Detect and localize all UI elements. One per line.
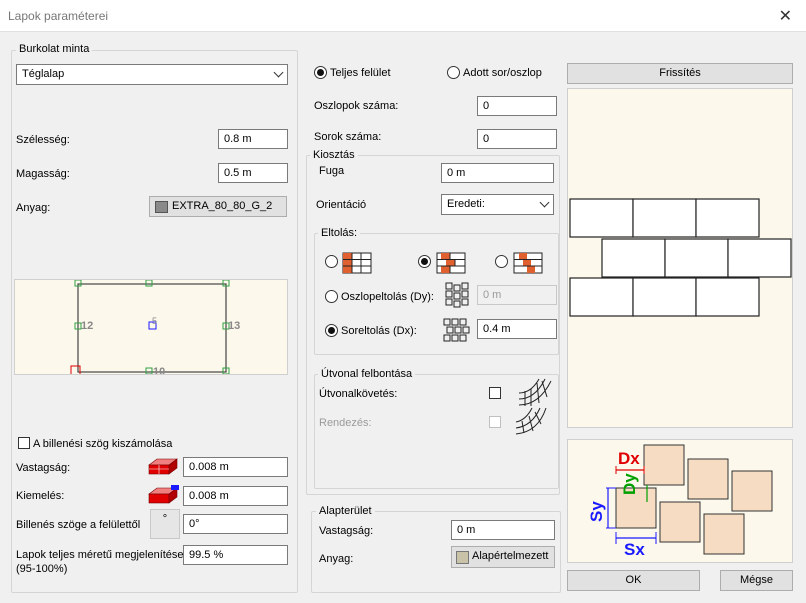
offset-none-radio[interactable]	[325, 255, 338, 268]
row-offset-input[interactable]: 0.4 m	[477, 319, 557, 339]
tilt-angle-icon: °	[150, 509, 180, 539]
full-size-range-label: (95-100%)	[16, 563, 68, 575]
path-follow-icon	[518, 378, 552, 406]
path-group-title: Útvonal felbontása	[318, 368, 416, 380]
material-button-label: EXTRA_80_80_G_2	[172, 200, 273, 212]
brick-grid-icon	[342, 252, 372, 274]
material-swatch-icon	[155, 201, 168, 213]
full-size-label: Lapok teljes méretű megjelenítése	[16, 549, 184, 561]
arrange-checkbox[interactable]	[489, 416, 501, 428]
pattern-select-value: Téglalap	[22, 68, 65, 80]
layout-group-title: Kiosztás	[310, 149, 358, 161]
cancel-button[interactable]: Mégse	[720, 570, 793, 591]
joint-input[interactable]: 0 m	[441, 163, 554, 183]
rows-label: Sorok száma:	[314, 131, 382, 143]
rows-input[interactable]: 0	[477, 129, 557, 149]
pattern-select[interactable]: Téglalap	[16, 64, 288, 85]
base-thickness-input[interactable]: 0 m	[451, 520, 555, 540]
height-label: Magasság:	[16, 168, 70, 180]
full-surface-label: Teljes felület	[330, 67, 391, 79]
orientation-label: Orientáció	[316, 199, 367, 211]
tile-preview: 12 5 13 10	[14, 279, 288, 375]
emphasis-label: Kiemelés:	[16, 490, 65, 502]
tilt-calc-checkbox[interactable]	[18, 437, 30, 449]
offset-row-radio[interactable]	[418, 255, 431, 268]
row-offset-icon	[443, 318, 470, 342]
row-offset-label: Soreltolás (Dx):	[341, 325, 417, 337]
pattern-preview-drawing	[569, 198, 792, 317]
columns-input[interactable]: 0	[477, 96, 557, 116]
emphasis-input[interactable]: 0.008 m	[183, 486, 288, 506]
given-rowcol-radio[interactable]	[447, 66, 460, 79]
chevron-down-icon	[539, 197, 550, 208]
window-title: Lapok paraméterei	[8, 9, 109, 23]
ok-button[interactable]: OK	[567, 570, 700, 591]
base-material-button[interactable]: Alapértelmezett	[451, 546, 555, 568]
orientation-select-value: Eredeti:	[447, 198, 485, 210]
height-input[interactable]: 0.5 m	[218, 163, 288, 183]
base-group-title: Alapterület	[316, 505, 375, 517]
thickness-label: Vastagság:	[16, 462, 71, 474]
preview-point-label: 10	[153, 366, 166, 375]
base-material-label: Anyag:	[319, 553, 354, 565]
emphasis-icon	[148, 485, 179, 504]
diagram-label-dy: Dy	[620, 473, 639, 495]
material-button[interactable]: EXTRA_80_80_G_2	[149, 196, 287, 217]
close-icon[interactable]: ✕	[779, 6, 792, 26]
path-follow-checkbox[interactable]	[489, 387, 501, 399]
joint-label: Fuga	[319, 165, 345, 177]
offset-diagonal-radio[interactable]	[495, 255, 508, 268]
arrange-label: Rendezés:	[319, 417, 372, 429]
arrange-icon	[515, 407, 547, 435]
refresh-button[interactable]: Frissítés	[567, 63, 793, 84]
base-material-button-label: Alapértelmezett	[472, 550, 549, 562]
given-rowcol-label: Adott sor/oszlop	[463, 67, 542, 79]
dimension-diagram: Dx Dy Sy Sx	[567, 439, 793, 563]
material-swatch-icon	[456, 551, 469, 564]
pattern-preview	[567, 88, 793, 428]
diagram-label-dx: Dx	[618, 449, 640, 468]
pattern-group-title: Burkolat minta	[16, 43, 93, 55]
preview-point-label: 12	[81, 320, 94, 332]
column-offset-label: Oszlopeltolás (Dy):	[341, 291, 434, 303]
thickness-input[interactable]: 0.008 m	[183, 457, 288, 477]
chevron-down-icon	[273, 67, 284, 78]
tile-preview-drawing	[70, 280, 230, 374]
offset-group-title: Eltolás:	[318, 227, 361, 239]
thickness-icon	[148, 458, 178, 475]
title-bar: Lapok paraméterei ✕	[0, 0, 806, 32]
full-surface-radio[interactable]	[314, 66, 327, 79]
width-label: Szélesség:	[16, 134, 70, 146]
row-offset-radio[interactable]	[325, 324, 338, 337]
full-size-input[interactable]: 99.5 %	[183, 545, 288, 565]
width-input[interactable]: 0.8 m	[218, 129, 288, 149]
tilt-calc-label: A billenési szög kiszámolása	[33, 438, 173, 450]
base-thickness-label: Vastagság:	[319, 525, 374, 537]
preview-point-label: 13	[228, 320, 241, 332]
column-offset-icon	[445, 282, 469, 308]
column-offset-radio[interactable]	[325, 290, 338, 303]
brick-diagonal-icon	[513, 252, 543, 274]
columns-label: Oszlopok száma:	[314, 100, 399, 112]
tilt-angle-input[interactable]: 0°	[183, 514, 288, 534]
preview-point-label: 5	[152, 316, 158, 326]
tilt-angle-label: Billenés szöge a felülettől	[16, 519, 141, 531]
brick-row-offset-icon	[436, 252, 466, 274]
material-label: Anyag:	[16, 202, 51, 214]
diagram-label-sy: Sy	[587, 501, 606, 522]
column-offset-input[interactable]: 0 m	[477, 285, 557, 305]
diagram-label-sx: Sx	[624, 540, 645, 559]
path-follow-label: Útvonalkövetés:	[319, 388, 398, 400]
orientation-select[interactable]: Eredeti:	[441, 194, 554, 215]
